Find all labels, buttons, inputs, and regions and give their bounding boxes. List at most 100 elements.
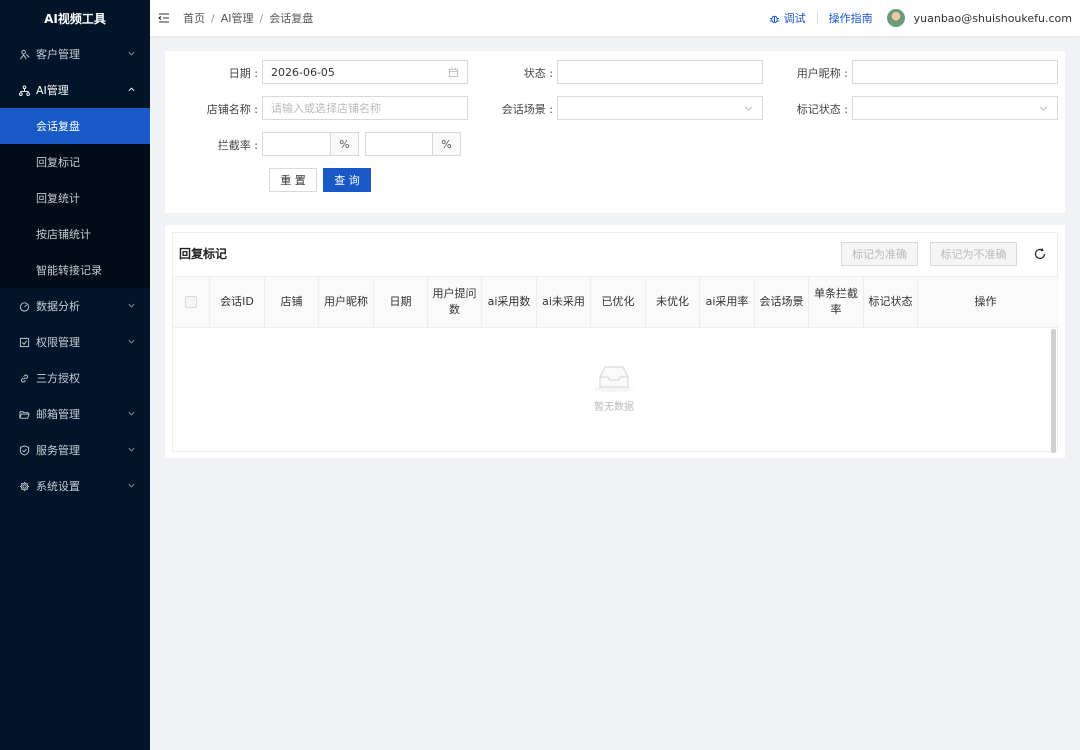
check-square-icon <box>18 336 30 348</box>
shop-label: 店铺名称 : <box>206 103 258 116</box>
guide-link[interactable]: 操作指南 <box>829 10 873 26</box>
percent-suffix: % <box>433 132 461 156</box>
header-actions: 调试 操作指南 yuanbao@shuishoukefu.com <box>769 0 1072 36</box>
sidebar-item-transfer-records[interactable]: 智能转接记录 <box>0 252 150 288</box>
chevron-down-icon <box>744 106 753 111</box>
sidebar-item-label: 数据分析 <box>36 300 80 313</box>
chevron-down-icon <box>128 51 135 56</box>
intercept-max-input[interactable] <box>365 132 433 156</box>
link-icon <box>18 372 30 384</box>
chevron-down-icon <box>128 411 135 416</box>
chevron-down-icon <box>128 483 135 488</box>
sidebar-item-session-review[interactable]: 会话复盘 <box>0 108 150 144</box>
sidebar-item-label: 邮箱管理 <box>36 408 80 421</box>
column-header[interactable]: 日期 <box>374 277 428 327</box>
date-picker[interactable]: 2026-06-05 <box>262 60 468 84</box>
shop-placeholder: 请输入或选择店铺名称 <box>271 102 381 115</box>
filter-panel: 日期 : 2026-06-05 状态 : 用户昵称 : 店铺名称 : 请输入或选… <box>165 51 1065 213</box>
header: 首页 / AI管理 / 会话复盘 调试 操作指南 yuanbao@shuisho… <box>150 0 1080 36</box>
column-header[interactable]: 用户昵称 <box>319 277 374 327</box>
sidebar-item-shop-stats[interactable]: 按店铺统计 <box>0 216 150 252</box>
select-all-cell <box>173 277 210 327</box>
column-header[interactable]: 单条拦截率 <box>809 277 864 327</box>
calendar-icon <box>448 67 459 78</box>
chevron-down-icon <box>128 447 135 452</box>
menu-fold-icon[interactable] <box>158 12 170 24</box>
sidebar-item-label: 系统设置 <box>36 480 80 493</box>
query-button[interactable]: 查 询 <box>323 168 371 192</box>
avatar[interactable] <box>886 9 905 27</box>
sidebar-item-label: 权限管理 <box>36 336 80 349</box>
table-card: 回复标记 标记为准确 标记为不准确 会话ID 店铺 用户昵称 日期 用户提问数 … <box>165 225 1065 458</box>
ai-network-icon <box>18 84 30 96</box>
column-header[interactable]: 已优化 <box>591 277 646 327</box>
table-header: 会话ID 店铺 用户昵称 日期 用户提问数 ai采用数 ai未采用 已优化 未优… <box>173 276 1059 328</box>
sidebar-item-third-party-auth[interactable]: 三方授权 <box>0 360 150 396</box>
empty-inbox-icon <box>594 366 634 392</box>
chevron-up-icon <box>128 87 135 92</box>
sidebar-item-label: AI管理 <box>36 84 69 97</box>
shop-select[interactable]: 请输入或选择店铺名称 <box>262 96 468 120</box>
sidebar-item-reply-stats[interactable]: 回复统计 <box>0 180 150 216</box>
sidebar-item-settings[interactable]: 系统设置 <box>0 468 150 504</box>
breadcrumb-section[interactable]: AI管理 <box>221 10 254 26</box>
intercept-min-input[interactable] <box>262 132 331 156</box>
sidebar-item-label: 客户管理 <box>36 48 80 61</box>
bug-icon <box>769 15 779 23</box>
date-label: 日期 : <box>228 67 258 80</box>
breadcrumb-current: 会话复盘 <box>269 12 314 25</box>
user-email[interactable]: yuanbao@shuishoukefu.com <box>914 12 1072 25</box>
mark-status-select[interactable] <box>852 96 1058 120</box>
scene-label: 会话场景 : <box>501 103 553 116</box>
column-header[interactable]: ai采用数 <box>482 277 537 327</box>
dashboard-icon <box>18 300 30 312</box>
column-header[interactable]: ai采用率 <box>700 277 755 327</box>
column-header[interactable]: ai未采用 <box>537 277 591 327</box>
vertical-scrollbar[interactable] <box>1051 329 1056 453</box>
folder-open-icon <box>18 408 30 420</box>
sidebar-item-label: 三方授权 <box>36 372 80 385</box>
table-container: 回复标记 标记为准确 标记为不准确 会话ID 店铺 用户昵称 日期 用户提问数 … <box>172 232 1059 453</box>
date-value: 2026-06-05 <box>271 65 335 79</box>
sidebar-item-reply-mark[interactable]: 回复标记 <box>0 144 150 180</box>
sidebar-item-ai[interactable]: AI管理 <box>0 72 150 108</box>
reset-button[interactable]: 重 置 <box>269 168 317 192</box>
column-header[interactable]: 未优化 <box>646 277 700 327</box>
column-header[interactable]: 用户提问数 <box>428 277 482 327</box>
shield-check-icon <box>18 444 30 456</box>
gear-icon <box>18 480 30 492</box>
empty-state: 暂无数据 <box>573 363 655 413</box>
status-label: 状态 : <box>523 67 553 80</box>
empty-text: 暂无数据 <box>594 402 634 413</box>
debug-label: 调试 <box>783 12 806 25</box>
mark-inaccurate-button[interactable]: 标记为不准确 <box>930 242 1017 266</box>
sidebar-item-mailbox[interactable]: 邮箱管理 <box>0 396 150 432</box>
breadcrumb-home[interactable]: 首页 <box>183 10 205 26</box>
sidebar-item-customer[interactable]: 客户管理 <box>0 36 150 72</box>
nickname-label: 用户昵称 : <box>796 67 848 80</box>
column-header[interactable]: 会话ID <box>210 277 265 327</box>
chevron-down-icon <box>128 339 135 344</box>
mark-status-label: 标记状态 : <box>796 103 848 116</box>
breadcrumb-separator: / <box>211 11 215 25</box>
column-header[interactable]: 操作 <box>918 277 1053 327</box>
select-all-checkbox[interactable] <box>185 296 197 308</box>
column-header[interactable]: 会话场景 <box>755 277 809 327</box>
chevron-down-icon <box>1039 106 1048 111</box>
mark-accurate-button[interactable]: 标记为准确 <box>841 242 918 266</box>
sidebar-item-permission[interactable]: 权限管理 <box>0 324 150 360</box>
breadcrumb-separator: / <box>259 11 264 25</box>
refresh-icon[interactable] <box>1033 247 1047 261</box>
chevron-down-icon <box>128 303 135 308</box>
sidebar: AI视频工具 客户管理 AI管理 会话复盘 回复标记 回复统计 按店铺统计 智能… <box>0 0 150 750</box>
debug-link[interactable]: 调试 <box>769 10 806 26</box>
sidebar-item-data-analysis[interactable]: 数据分析 <box>0 288 150 324</box>
column-header[interactable]: 店铺 <box>265 277 319 327</box>
percent-suffix: % <box>331 132 359 156</box>
nickname-input[interactable] <box>852 60 1058 84</box>
sidebar-item-service[interactable]: 服务管理 <box>0 432 150 468</box>
scene-select[interactable] <box>557 96 763 120</box>
status-input[interactable] <box>557 60 763 84</box>
column-header[interactable]: 标记状态 <box>864 277 918 327</box>
table-title: 回复标记 <box>179 247 228 261</box>
